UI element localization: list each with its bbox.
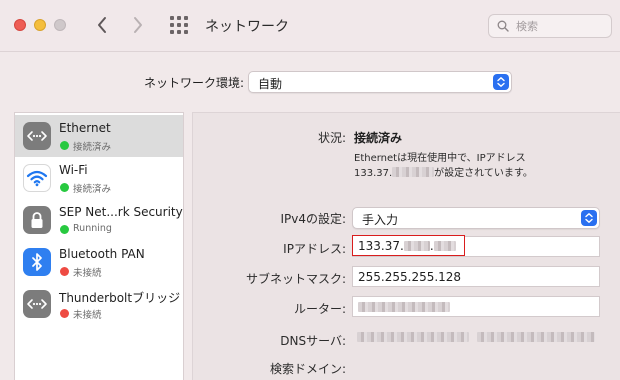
redacted-ip-segment [392,167,435,177]
wifi-icon [23,164,51,192]
description-line-1: Ethernetは現在使用中で、IPアドレス [354,153,526,164]
subnet-mask-value: 255.255.255.128 [358,270,462,284]
window-title: ネットワーク [205,19,289,35]
router-label: ルーター: [293,302,346,316]
redacted-ip-segment [403,241,430,251]
status-dot [60,183,69,192]
service-status: 未接続 [73,310,102,321]
lock-icon [23,206,51,234]
show-all-grid-icon[interactable] [170,16,188,34]
forward-button[interactable] [124,12,150,38]
service-item-thunderbolt-bridge[interactable]: Thunderboltブリッジ 未接続 [15,283,183,325]
description-suffix: が設定されています。 [434,168,533,179]
popup-chevron-icon [581,210,597,226]
bluetooth-icon [23,248,51,276]
ip-address-field[interactable]: 133.37.. [352,235,465,256]
location-label: ネットワーク環境: [144,76,245,90]
popup-chevron-icon [493,74,509,90]
service-name: Wi-Fi [59,163,88,177]
service-name: Thunderboltブリッジ [59,291,181,305]
ipv4-label: IPv4の設定: [280,212,346,226]
ip-address-prefix: 133.37. [358,239,404,253]
service-item-sep-network-security[interactable]: SEP Net...rk Security Running [15,199,183,241]
chevron-right-icon [134,17,142,33]
service-name: SEP Net...rk Security [59,205,183,219]
location-popup[interactable]: 自動 [248,71,512,93]
zoom-button[interactable] [54,19,66,31]
status-dot [60,267,69,276]
status-label: 状況: [317,131,346,145]
ipv4-value: 手入力 [362,213,399,227]
service-name: Ethernet [59,121,111,135]
ethernet-icon [23,122,51,150]
minimize-button[interactable] [34,19,46,31]
toolbar: ネットワーク [0,0,620,52]
search-field[interactable] [488,14,612,38]
service-item-wifi[interactable]: Wi-Fi 接続済み [15,157,183,199]
description-line-2: 133.37. が設定されています。 [354,166,604,181]
search-input[interactable] [516,18,608,35]
redacted-dns-1 [357,332,469,342]
status-description: Ethernetは現在使用中で、IPアドレス 133.37. が設定されています。 [354,151,604,181]
status-dot [60,141,69,150]
redacted-ip-segment [433,241,456,251]
redacted-dns-2 [476,332,595,342]
thunderbolt-bridge-icon [23,290,51,318]
ipv4-configure-popup[interactable]: 手入力 [352,207,600,229]
search-icon [497,20,509,32]
redacted-router [358,302,450,312]
service-item-bluetooth-pan[interactable]: Bluetooth PAN 未接続 [15,241,183,283]
service-status: Running [73,223,112,234]
dns-server-list[interactable] [352,327,600,348]
router-value [358,300,450,314]
location-value: 自動 [258,77,283,91]
subnet-mask-label: サブネットマスク: [245,272,346,286]
service-item-ethernet[interactable]: Ethernet 接続済み [15,115,183,157]
dns-server-label: DNSサーバ: [280,334,346,348]
service-status: 接続済み [73,184,112,195]
router-field[interactable] [352,296,600,317]
chevron-left-icon [98,17,106,33]
ip-address-label: IPアドレス: [283,242,346,256]
service-status: 未接続 [73,268,102,279]
search-domain-label: 検索ドメイン: [269,362,346,376]
status-dot [60,309,69,318]
status-value: 接続済み [354,131,403,145]
service-status: 接続済み [73,142,112,153]
close-button[interactable] [14,19,26,31]
status-dot [60,225,69,234]
subnet-mask-field[interactable]: 255.255.255.128 [352,266,600,287]
dns-server-values [357,330,595,344]
service-name: Bluetooth PAN [59,247,145,261]
ip-address-value: 133.37.. [358,239,456,253]
description-ip-prefix: 133.37. [354,168,393,179]
back-button[interactable] [90,12,116,38]
service-list: Ethernet 接続済み Wi-Fi 接続済み SEP Net...rk Se… [14,112,184,380]
